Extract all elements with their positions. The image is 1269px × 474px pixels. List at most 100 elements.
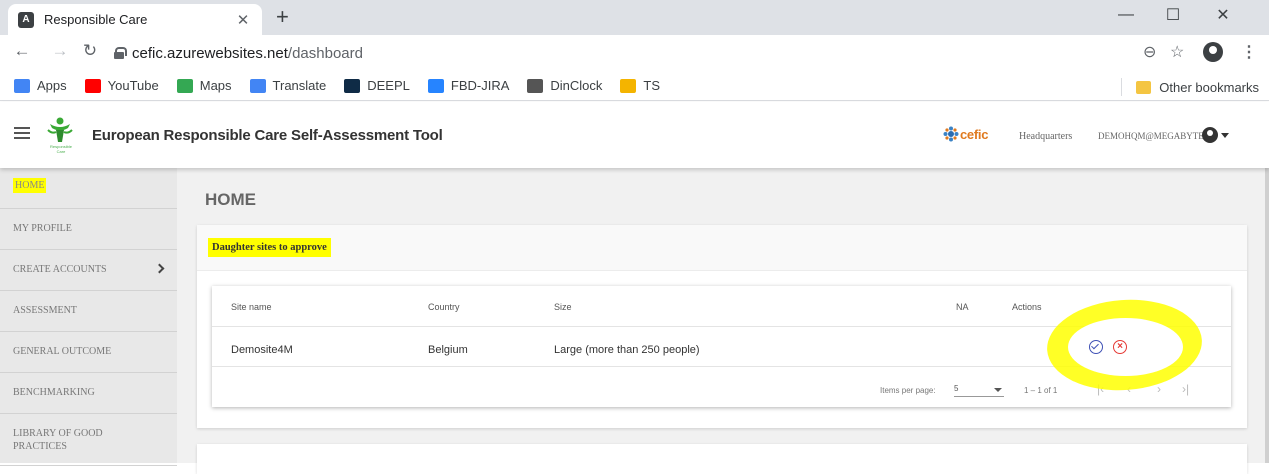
other-bookmarks-label: Other bookmarks (1159, 79, 1259, 95)
bookmark-label: DEEPL (367, 78, 410, 93)
sidebar-item-assessment[interactable]: ASSESSMENT (0, 291, 177, 332)
bookmark-label: Translate (272, 78, 327, 93)
bookmark-label: DinClock (550, 78, 603, 93)
menu-kebab-icon[interactable]: ⋮ (1241, 42, 1257, 62)
last-page-icon[interactable]: ›| (1182, 382, 1189, 396)
zoom-icon[interactable]: ⊖ (1143, 42, 1156, 62)
url-host: cefic.azurewebsites.net (132, 44, 288, 62)
scrollbar[interactable] (1265, 168, 1269, 463)
bookmark-dinclock[interactable]: DinClock (527, 78, 602, 93)
profile-icon[interactable] (1203, 42, 1223, 62)
sidebar-item-label: HOME (13, 178, 47, 193)
bookmark-maps[interactable]: Maps (176, 78, 232, 93)
column-header-na[interactable]: NA (956, 302, 969, 312)
close-window-icon[interactable]: ✕ (1200, 0, 1246, 30)
cell-site-name: Demosite4M (231, 344, 293, 356)
browser-tab[interactable]: A Responsible Care ✕ (8, 4, 262, 35)
sidebar-item-general-outcome[interactable]: GENERAL OUTCOME (0, 332, 177, 373)
chevron-right-icon (154, 263, 165, 274)
address-bar: ← → ↻ cefic.azurewebsites.net/dashboard … (0, 35, 1269, 71)
approve-icon[interactable] (1089, 340, 1103, 354)
bookmark-label: Apps (37, 78, 67, 93)
cefic-star-icon (943, 126, 959, 142)
column-header-actions: Actions (1012, 302, 1042, 312)
bookmark-label: TS (643, 78, 661, 93)
bookmark-ts[interactable]: TS (620, 78, 660, 93)
url-path: /dashboard (287, 44, 363, 62)
bookmark-apps[interactable]: Apps (14, 78, 67, 93)
card-header: Daughter sites to approve (197, 225, 1247, 271)
sidebar-item-library-of-good-practices[interactable]: LIBRARY OF GOOD PRACTICES (0, 414, 177, 466)
card-title: Daughter sites to approve (208, 238, 331, 257)
jira-icon (427, 78, 444, 93)
dropdown-arrow-icon (994, 388, 1002, 392)
column-header-country[interactable]: Country (428, 302, 460, 312)
bookmark-fbd-jira[interactable]: FBD-JIRA (427, 78, 510, 93)
app-title: European Responsible Care Self-Assessmen… (92, 127, 443, 144)
sidebar-item-label: MY PROFILE (13, 223, 72, 234)
bookmark-star-icon[interactable]: ☆ (1170, 42, 1184, 62)
browser-tab-strip: A Responsible Care ✕ + — ☐ ✕ (0, 0, 1269, 35)
bookmarks-separator (1121, 78, 1123, 96)
new-tab-icon[interactable]: + (276, 6, 289, 28)
maps-icon (176, 78, 193, 93)
responsible-care-logo-icon (47, 117, 73, 142)
account-circle-icon[interactable] (1202, 127, 1218, 143)
chevron-down-icon[interactable] (1221, 133, 1229, 138)
back-icon[interactable]: ← (10, 41, 34, 61)
youtube-icon (84, 78, 101, 93)
location-label: Headquarters (1019, 131, 1073, 142)
reject-icon[interactable]: × (1113, 340, 1127, 354)
other-bookmarks[interactable]: Other bookmarks (1121, 78, 1259, 96)
hamburger-menu-icon[interactable] (14, 127, 30, 139)
close-tab-icon[interactable]: ✕ (234, 11, 252, 29)
sidebar-item-label: BENCHMARKING (13, 387, 95, 398)
sidebar: HOME MY PROFILE CREATE ACCOUNTS ASSESSME… (0, 168, 177, 466)
reload-icon[interactable]: ↻ (78, 41, 102, 61)
minimize-icon[interactable]: — (1103, 0, 1149, 30)
logo-caption: Responsible Care (49, 144, 72, 154)
sidebar-item-create-accounts[interactable]: CREATE ACCOUNTS (0, 250, 177, 291)
app-header: Responsible Care European Responsible Ca… (0, 102, 1269, 168)
ts-icon (620, 78, 637, 93)
bookmark-youtube[interactable]: YouTube (84, 78, 159, 93)
bookmark-label: YouTube (107, 78, 159, 93)
cefic-text: cefic (960, 126, 989, 142)
bookmarks-bar: Apps YouTube Maps Translate DEEPL FBD-JIRA Din… (0, 71, 1269, 101)
apps-grid-icon (14, 78, 30, 93)
folder-icon (1136, 80, 1152, 94)
items-per-page-select[interactable]: 5 (954, 384, 1004, 397)
cefic-logo: cefic (943, 126, 988, 142)
translate-icon (249, 78, 266, 93)
sidebar-item-my-profile[interactable]: MY PROFILE (0, 209, 177, 250)
forward-icon[interactable]: → (48, 41, 72, 61)
column-header-site-name[interactable]: Site name (231, 302, 272, 312)
sidebar-item-benchmarking[interactable]: BENCHMARKING (0, 373, 177, 414)
cell-size: Large (more than 250 people) (554, 344, 700, 356)
sidebar-item-label: CREATE ACCOUNTS (13, 264, 107, 275)
bookmark-translate[interactable]: Translate (249, 78, 327, 93)
column-header-size[interactable]: Size (554, 302, 572, 312)
user-email: DEMOHQM@MEGABYTE.BE (1098, 131, 1218, 141)
deepl-icon (344, 78, 361, 93)
lock-icon[interactable] (114, 47, 127, 59)
items-per-page-value: 5 (954, 384, 959, 393)
tab-title: Responsible Care (44, 12, 148, 27)
hourglass-icon (527, 78, 544, 93)
maximize-icon[interactable]: ☐ (1150, 0, 1196, 30)
url-input[interactable]: cefic.azurewebsites.net/dashboard (114, 39, 1124, 67)
sidebar-item-home[interactable]: HOME (0, 168, 177, 209)
page-title: HOME (205, 190, 256, 209)
bookmark-deepl[interactable]: DEEPL (344, 78, 410, 93)
second-card (197, 444, 1247, 474)
paginator-range: 1 – 1 of 1 (1024, 386, 1058, 395)
angular-favicon-icon: A (18, 11, 34, 28)
bookmark-label: FBD-JIRA (450, 78, 510, 93)
sidebar-item-label: ASSESSMENT (13, 305, 77, 316)
bookmark-label: Maps (199, 78, 232, 93)
items-per-page-label: Items per page: (880, 386, 936, 395)
responsible-care-logo[interactable]: Responsible Care (46, 116, 74, 154)
cell-country: Belgium (428, 344, 468, 356)
sidebar-item-label: GENERAL OUTCOME (13, 346, 112, 357)
sidebar-item-label: LIBRARY OF GOOD PRACTICES (13, 428, 103, 452)
